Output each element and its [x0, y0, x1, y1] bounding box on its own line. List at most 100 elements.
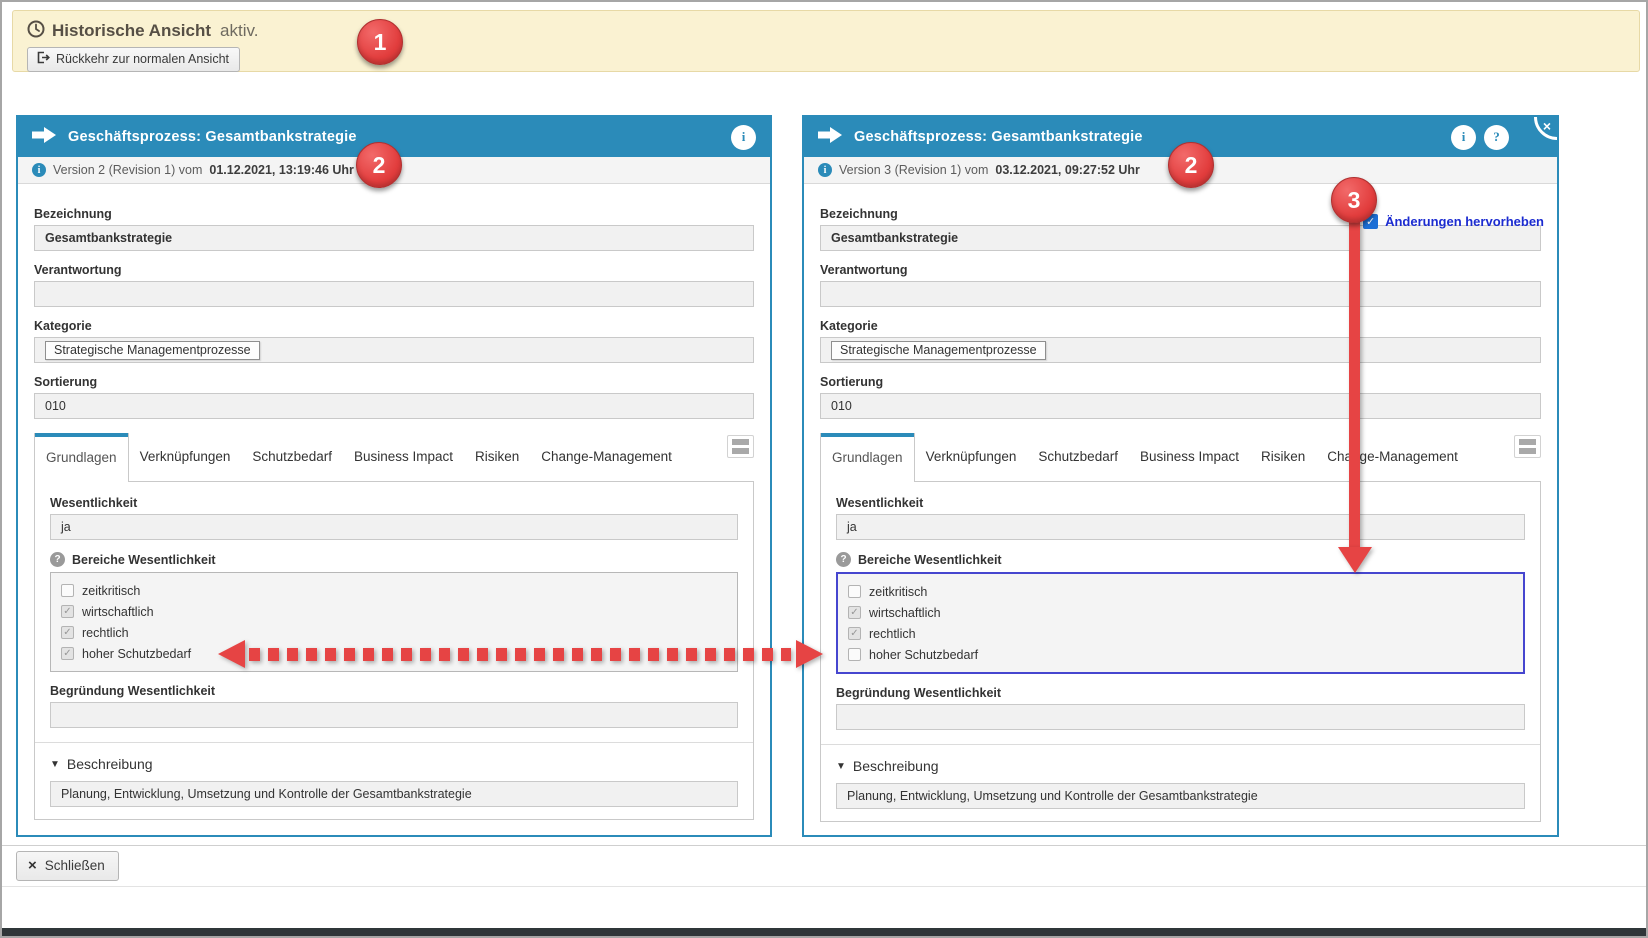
- field-label-wesentlichkeit: Wesentlichkeit: [50, 496, 738, 510]
- info-icon[interactable]: i: [731, 125, 756, 150]
- version-panel-right: Geschäftsprozess: Gesamtbankstrategie i …: [802, 115, 1559, 837]
- version-text: Version 3 (Revision 1) vom: [839, 163, 988, 177]
- return-to-normal-view-button[interactable]: Rückkehr zur normalen Ansicht: [27, 47, 240, 72]
- help-icon[interactable]: ?: [836, 552, 851, 567]
- annotation-badge-3: 3: [1331, 177, 1377, 223]
- field-label-bereiche-wesentlichkeit: Bereiche Wesentlichkeit: [858, 553, 1002, 567]
- checkbox-row-hoher-schutzbedarf[interactable]: hoher Schutzbedarf: [848, 644, 1513, 665]
- info-icon: i: [32, 163, 46, 177]
- checkbox-row-wirtschaftlich[interactable]: wirtschaftlich: [61, 601, 727, 622]
- kategorie-tag[interactable]: Strategische Managementprozesse: [831, 341, 1046, 360]
- begruendung-field[interactable]: [836, 704, 1525, 730]
- bezeichnung-field[interactable]: Gesamtbankstrategie: [34, 225, 754, 251]
- tab-content-grundlagen: Wesentlichkeit ja ? Bereiche Wesentlichk…: [820, 481, 1541, 822]
- collapse-triangle-icon: ▼: [50, 759, 60, 770]
- sortierung-field[interactable]: 010: [34, 393, 754, 419]
- annotation-dashed-arrow-right-head: [796, 640, 823, 668]
- checkbox[interactable]: [848, 648, 861, 661]
- version-panel-left: Geschäftsprozess: Gesamtbankstrategie i …: [16, 115, 772, 837]
- beschreibung-field[interactable]: Planung, Entwicklung, Umsetzung und Kont…: [836, 783, 1525, 809]
- field-label-wesentlichkeit: Wesentlichkeit: [836, 496, 1525, 510]
- highlight-changes-toggle[interactable]: Änderungen hervorheben: [1363, 214, 1544, 229]
- field-label-verantwortung: Verantwortung: [34, 263, 754, 277]
- list-view-icon[interactable]: [1514, 435, 1541, 458]
- verantwortung-field[interactable]: [34, 281, 754, 307]
- close-button[interactable]: × Schließen: [16, 851, 119, 881]
- tab-schutzbedarf[interactable]: Schutzbedarf: [1027, 432, 1129, 481]
- panel-title: Geschäftsprozess: Gesamtbankstrategie: [854, 129, 1143, 145]
- help-icon[interactable]: ?: [1484, 125, 1509, 150]
- checkbox[interactable]: [61, 626, 74, 639]
- close-icon[interactable]: ×: [1517, 117, 1557, 151]
- verantwortung-field[interactable]: [820, 281, 1541, 307]
- banner-title: Historische Ansicht: [52, 21, 211, 41]
- annotation-badge-2-right: 2: [1168, 142, 1214, 188]
- tab-business-impact[interactable]: Business Impact: [343, 432, 464, 481]
- beschreibung-section-toggle[interactable]: ▼ Beschreibung: [836, 758, 1525, 774]
- begruendung-field[interactable]: [50, 702, 738, 728]
- annotation-arrow-down-head: [1338, 547, 1372, 573]
- clock-icon: [27, 20, 45, 43]
- kategorie-tag[interactable]: Strategische Managementprozesse: [45, 341, 260, 360]
- checkbox[interactable]: [61, 647, 74, 660]
- list-view-icon[interactable]: [727, 435, 754, 458]
- help-icon[interactable]: ?: [50, 552, 65, 567]
- tab-change-management[interactable]: Change-Management: [530, 432, 683, 481]
- tab-bar: Grundlagen Verknüpfungen Schutzbedarf Bu…: [820, 432, 1541, 481]
- beschreibung-section-toggle[interactable]: ▼ Beschreibung: [50, 756, 738, 772]
- field-label-kategorie: Kategorie: [820, 319, 1541, 333]
- divider: [821, 744, 1540, 745]
- tab-business-impact[interactable]: Business Impact: [1129, 432, 1250, 481]
- window-bottom-bar: [2, 928, 1646, 936]
- tab-verknuepfungen[interactable]: Verknüpfungen: [129, 432, 242, 481]
- field-label-bezeichnung: Bezeichnung: [34, 207, 754, 221]
- version-date: 03.12.2021, 09:27:52 Uhr: [995, 163, 1140, 177]
- annotation-arrow-down-shaft: [1349, 221, 1360, 548]
- footer-separator-2: [2, 886, 1646, 887]
- close-x-icon: ×: [28, 860, 37, 872]
- field-label-begruendung: Begründung Wesentlichkeit: [836, 686, 1525, 700]
- annotation-badge-1: 1: [357, 19, 403, 65]
- checkbox-row-wirtschaftlich[interactable]: wirtschaftlich: [848, 602, 1513, 623]
- kategorie-field[interactable]: Strategische Managementprozesse: [820, 337, 1541, 363]
- version-text: Version 2 (Revision 1) vom: [53, 163, 202, 177]
- annotation-badge-2-left: 2: [356, 142, 402, 188]
- panel-title: Geschäftsprozess: Gesamtbankstrategie: [68, 129, 357, 145]
- collapse-triangle-icon: ▼: [836, 761, 846, 772]
- checkbox-row-rechtlich[interactable]: rechtlich: [848, 623, 1513, 644]
- arrow-right-icon: [32, 127, 56, 148]
- checkbox-row-zeitkritisch[interactable]: zeitkritisch: [61, 580, 727, 601]
- checkbox[interactable]: [848, 627, 861, 640]
- field-label-kategorie: Kategorie: [34, 319, 754, 333]
- tab-change-management[interactable]: Change-Management: [1316, 432, 1469, 481]
- checkbox-row-zeitkritisch[interactable]: zeitkritisch: [848, 581, 1513, 602]
- field-label-verantwortung: Verantwortung: [820, 263, 1541, 277]
- field-label-bereiche-wesentlichkeit: Bereiche Wesentlichkeit: [72, 553, 216, 567]
- exit-icon: [36, 51, 50, 67]
- sortierung-field[interactable]: 010: [820, 393, 1541, 419]
- info-icon[interactable]: i: [1451, 125, 1476, 150]
- tab-grundlagen[interactable]: Grundlagen: [34, 433, 129, 482]
- tab-risiken[interactable]: Risiken: [1250, 432, 1316, 481]
- footer-separator: [2, 845, 1646, 846]
- kategorie-field[interactable]: Strategische Managementprozesse: [34, 337, 754, 363]
- checkbox[interactable]: [61, 605, 74, 618]
- banner-suffix: aktiv.: [220, 21, 258, 41]
- tab-bar: Grundlagen Verknüpfungen Schutzbedarf Bu…: [34, 432, 754, 481]
- tab-grundlagen[interactable]: Grundlagen: [820, 433, 915, 482]
- checkbox[interactable]: [61, 584, 74, 597]
- beschreibung-field[interactable]: Planung, Entwicklung, Umsetzung und Kont…: [50, 781, 738, 807]
- arrow-right-icon: [818, 127, 842, 148]
- wesentlichkeit-field[interactable]: ja: [836, 514, 1525, 540]
- annotation-dashed-arrow-line: [249, 648, 791, 661]
- field-label-sortierung: Sortierung: [820, 375, 1541, 389]
- checkbox[interactable]: [848, 606, 861, 619]
- tab-verknuepfungen[interactable]: Verknüpfungen: [915, 432, 1028, 481]
- checkbox-row-rechtlich[interactable]: rechtlich: [61, 622, 727, 643]
- annotation-dashed-arrow-left-head: [218, 640, 245, 668]
- checkbox[interactable]: [848, 585, 861, 598]
- tab-schutzbedarf[interactable]: Schutzbedarf: [241, 432, 343, 481]
- bereiche-checkbox-group-highlighted: zeitkritisch wirtschaftlich rechtlich ho…: [836, 572, 1525, 674]
- wesentlichkeit-field[interactable]: ja: [50, 514, 738, 540]
- tab-risiken[interactable]: Risiken: [464, 432, 530, 481]
